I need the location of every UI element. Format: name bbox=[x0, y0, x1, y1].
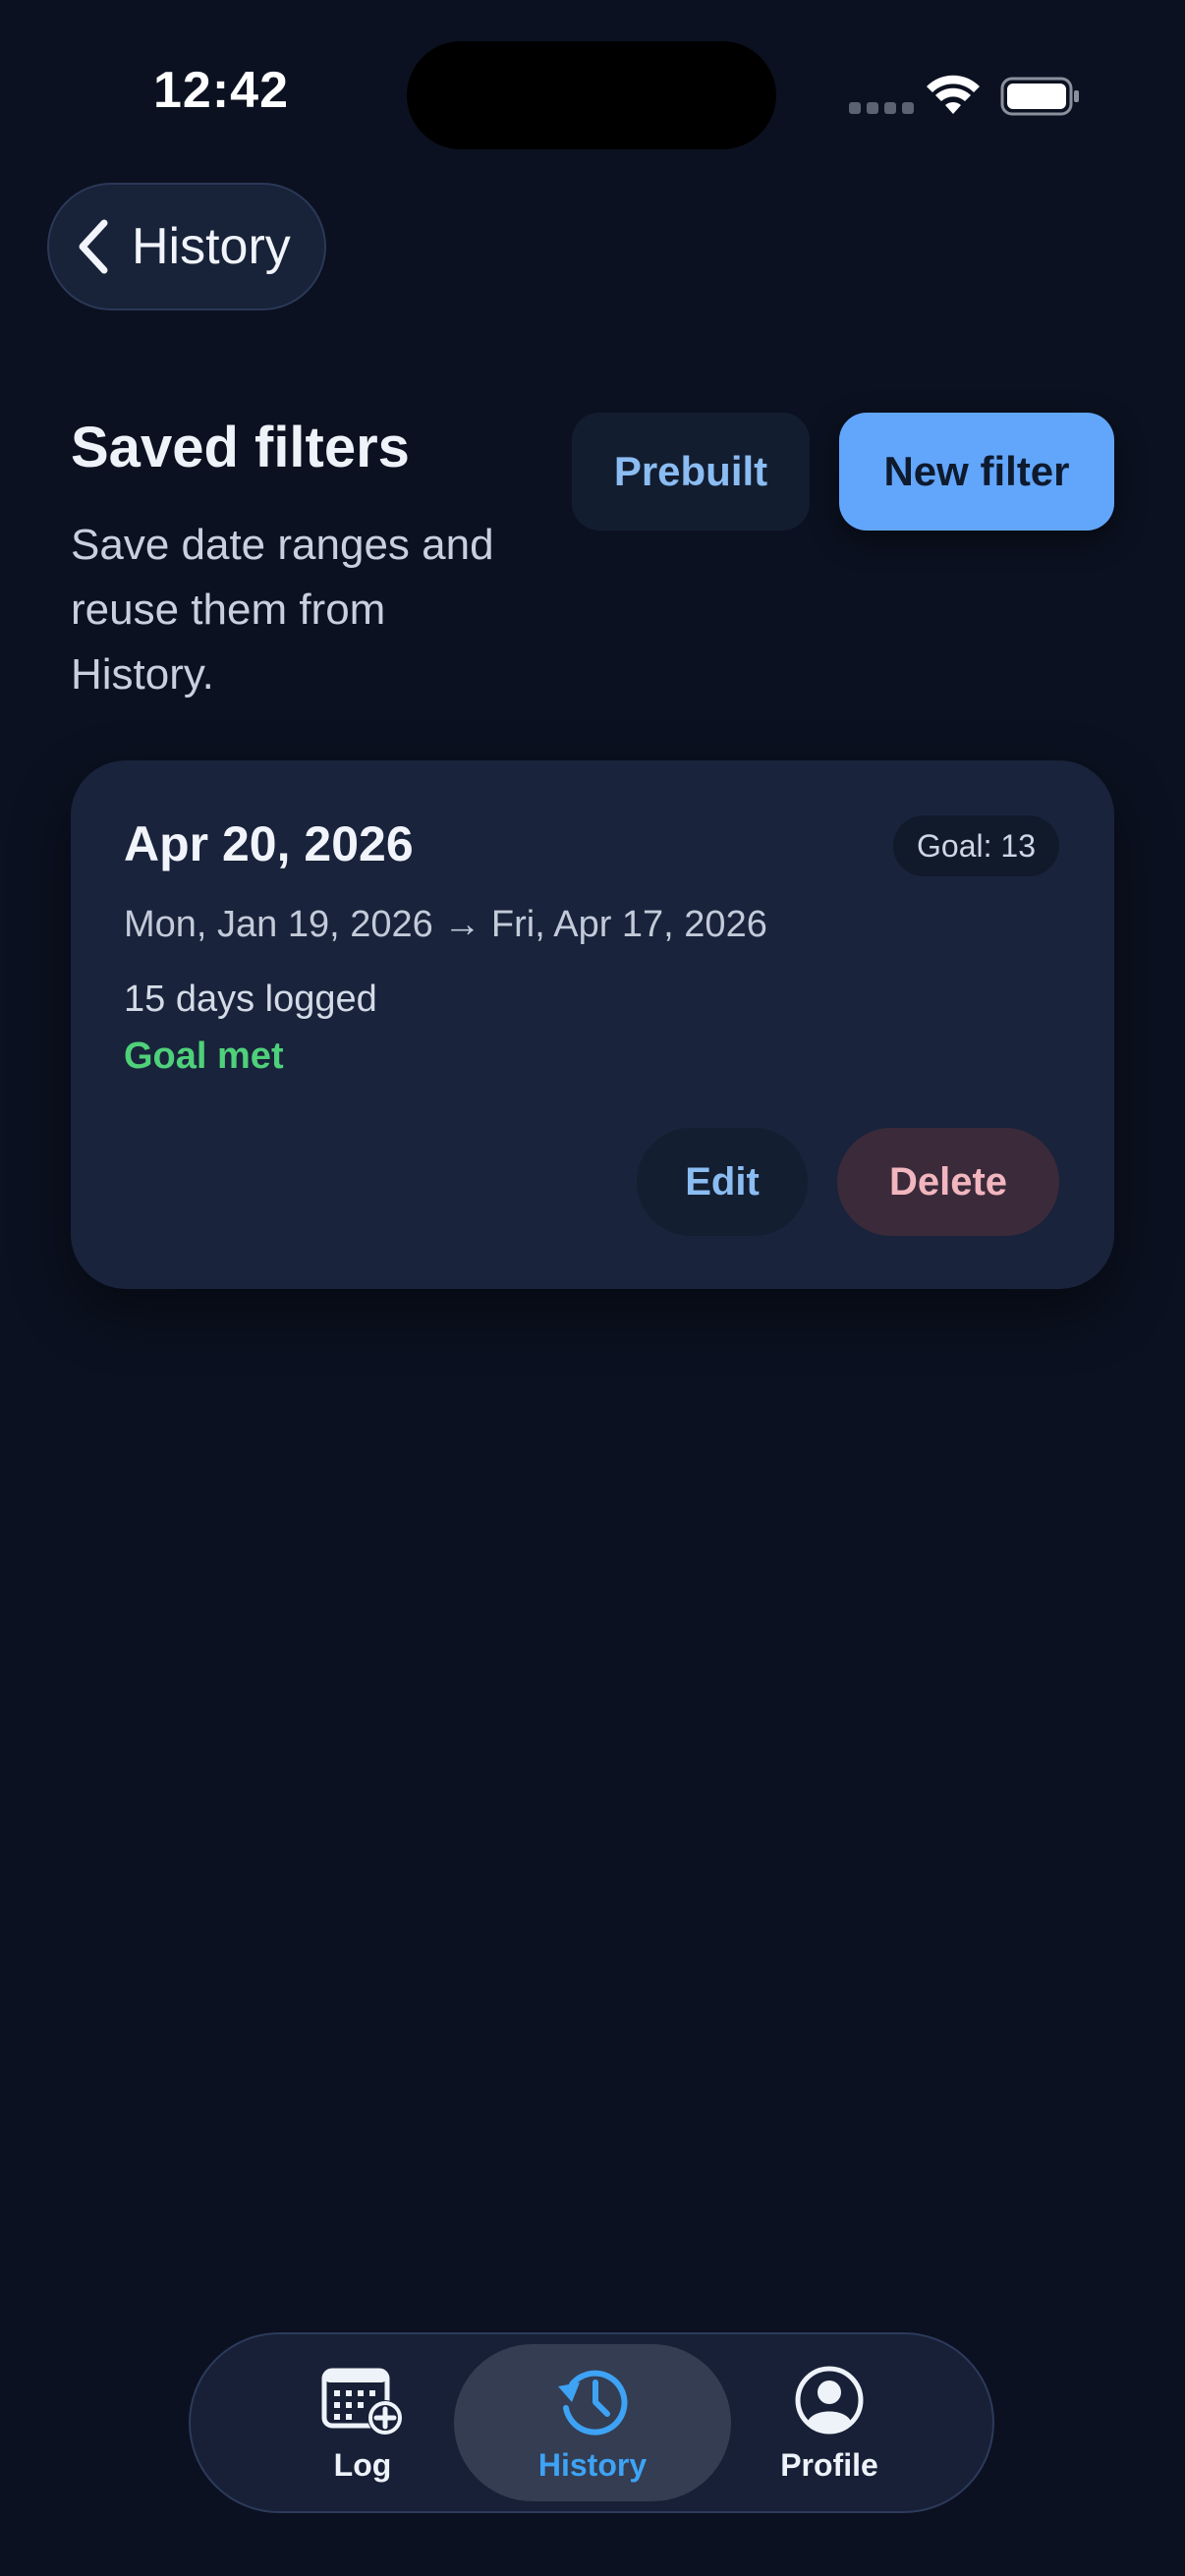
tab-log-label: Log bbox=[333, 2446, 392, 2483]
bottom-tab-bar: Log History Profile bbox=[189, 2332, 994, 2513]
tab-log[interactable]: Log bbox=[240, 2344, 485, 2501]
saved-filters-screen: 12:42 History Saved filters Save date ra… bbox=[0, 0, 1185, 2576]
prebuilt-button[interactable]: Prebuilt bbox=[572, 413, 810, 531]
calendar-add-icon bbox=[321, 2368, 403, 2436]
page-title: Saved filters bbox=[71, 416, 410, 479]
filter-date-range: Mon, Jan 19, 2026 → Fri, Apr 17, 2026 bbox=[124, 904, 767, 945]
chevron-left-icon bbox=[79, 219, 108, 274]
dynamic-island bbox=[407, 41, 776, 149]
saved-filter-card: Apr 20, 2026 Goal: 13 Mon, Jan 19, 2026 … bbox=[71, 760, 1114, 1289]
cellular-signal-icon bbox=[849, 102, 914, 114]
status-time: 12:42 bbox=[153, 62, 289, 119]
filter-title: Apr 20, 2026 bbox=[124, 816, 414, 871]
goal-badge: Goal: 13 bbox=[893, 815, 1059, 876]
profile-icon bbox=[795, 2366, 864, 2434]
filter-goal-status: Goal met bbox=[124, 1036, 284, 1077]
filter-days-logged: 15 days logged bbox=[124, 979, 377, 1020]
tab-profile[interactable]: Profile bbox=[704, 2344, 955, 2501]
wifi-icon bbox=[927, 75, 980, 114]
tab-history-label: History bbox=[537, 2446, 648, 2483]
page-subtitle: Save date ranges and reuse them from His… bbox=[71, 521, 494, 699]
tab-profile-label: Profile bbox=[780, 2446, 878, 2483]
delete-filter-button[interactable]: Delete bbox=[837, 1128, 1059, 1236]
battery-icon bbox=[1000, 77, 1079, 116]
history-clock-icon bbox=[558, 2370, 628, 2436]
tab-history[interactable]: History bbox=[454, 2344, 731, 2501]
edit-filter-button[interactable]: Edit bbox=[637, 1128, 808, 1236]
back-button-label: History bbox=[132, 218, 291, 275]
new-filter-button[interactable]: New filter bbox=[839, 413, 1114, 531]
back-button[interactable]: History bbox=[47, 183, 326, 310]
